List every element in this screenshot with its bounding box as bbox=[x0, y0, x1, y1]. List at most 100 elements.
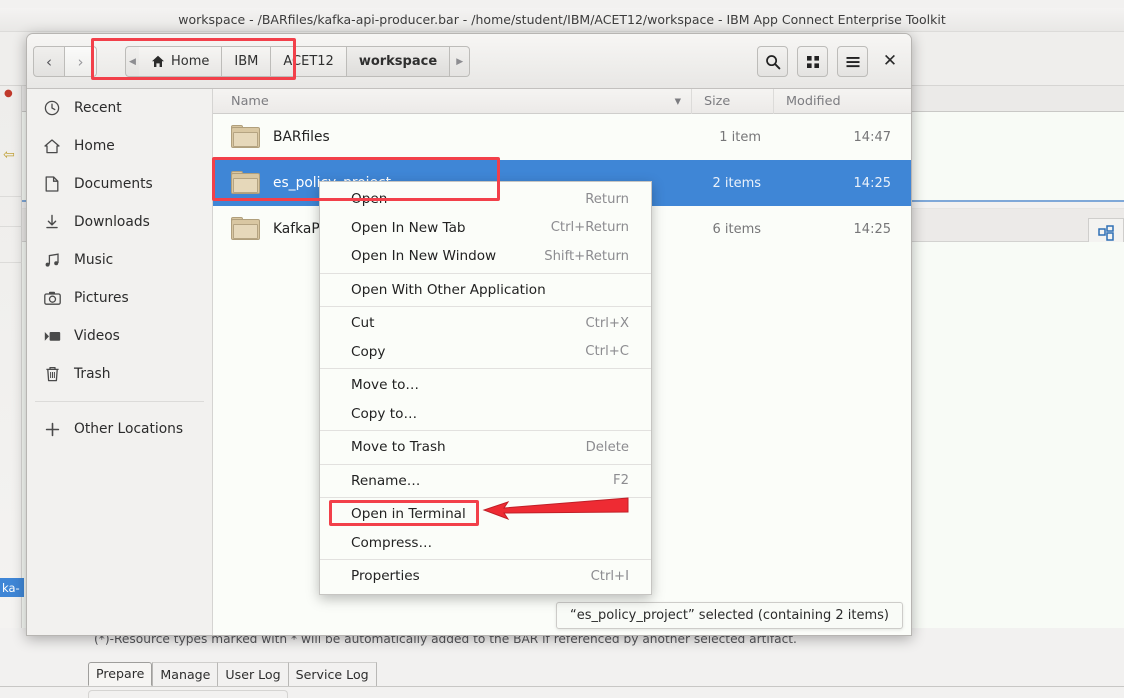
menu-item-move-to-trash[interactable]: Move to Trash Delete bbox=[320, 433, 651, 462]
breadcrumb-list: Home IBM ACET12 workspace bbox=[139, 46, 450, 77]
ide-title-bar: workspace - /BARfiles/kafka-api-producer… bbox=[0, 8, 1124, 32]
sidebar-item-trash[interactable]: Trash bbox=[27, 355, 212, 393]
sidebar-item-downloads[interactable]: Downloads bbox=[27, 203, 212, 241]
file-row-size: 2 items bbox=[691, 176, 783, 191]
menu-item-cut[interactable]: Cut Ctrl+X bbox=[320, 309, 651, 338]
sidebar-item-pictures[interactable]: Pictures bbox=[27, 279, 212, 317]
menu-item-open-in-new-window-label: Open In New Window bbox=[351, 248, 496, 264]
column-header-name[interactable]: Name ▾ bbox=[213, 94, 691, 109]
menu-item-open-with-other-application[interactable]: Open With Other Application bbox=[320, 276, 651, 305]
column-header-size[interactable]: Size bbox=[691, 89, 773, 114]
menu-separator bbox=[320, 273, 651, 274]
file-row-size: 1 item bbox=[691, 130, 783, 145]
sidebar-item-music-label: Music bbox=[74, 252, 113, 268]
menu-item-move-to-trash-accel: Delete bbox=[586, 440, 629, 455]
sidebar-item-documents[interactable]: Documents bbox=[27, 165, 212, 203]
menu-item-copy-to[interactable]: Copy to… bbox=[320, 400, 651, 429]
close-window-button[interactable]: ✕ bbox=[877, 49, 903, 75]
menu-item-copy[interactable]: Copy Ctrl+C bbox=[320, 338, 651, 367]
table-row[interactable]: BARfiles 1 item 14:47 bbox=[213, 114, 912, 160]
view-mode-button[interactable] bbox=[797, 46, 828, 77]
forward-button[interactable]: › bbox=[65, 46, 97, 77]
navigation-buttons: ‹ › bbox=[33, 46, 97, 77]
tab-service-log[interactable]: Service Log bbox=[288, 662, 377, 686]
tab-manage[interactable]: Manage bbox=[152, 662, 217, 686]
error-marker-icon: ● bbox=[4, 90, 12, 98]
folder-icon bbox=[231, 217, 261, 241]
menu-item-open[interactable]: Open Return bbox=[320, 185, 651, 214]
menu-item-cut-accel: Ctrl+X bbox=[585, 316, 629, 331]
download-icon bbox=[43, 214, 61, 230]
breadcrumb-item-home-label: Home bbox=[171, 54, 209, 69]
menu-item-open-label: Open bbox=[351, 191, 387, 207]
breadcrumb-item-ibm[interactable]: IBM bbox=[222, 46, 271, 77]
file-row-modified: 14:25 bbox=[783, 176, 912, 191]
ide-bottom-divider bbox=[0, 686, 1124, 687]
ide-selected-artifact-tag: ka- bbox=[0, 578, 24, 597]
file-row-modified: 14:25 bbox=[783, 222, 912, 237]
file-manager-header-bar: ‹ › ◀ Home IBM bbox=[27, 34, 912, 89]
sidebar-item-recent[interactable]: Recent bbox=[27, 89, 212, 127]
sidebar-item-music[interactable]: Music bbox=[27, 241, 212, 279]
ide-bottom-panel-edge bbox=[88, 690, 288, 698]
breadcrumb-item-acet12[interactable]: ACET12 bbox=[271, 46, 346, 77]
menu-item-rename[interactable]: Rename… F2 bbox=[320, 467, 651, 496]
menu-item-open-in-new-window-accel: Shift+Return bbox=[544, 249, 629, 264]
folder-icon bbox=[231, 125, 261, 149]
file-row-modified: 14:47 bbox=[783, 130, 912, 145]
flow-arrow-icon: ⇦ bbox=[3, 148, 19, 162]
sidebar-item-trash-label: Trash bbox=[74, 366, 110, 382]
main-menu-button[interactable] bbox=[837, 46, 868, 77]
tab-prepare[interactable]: Prepare bbox=[88, 662, 152, 686]
ide-left-gutter bbox=[0, 86, 22, 628]
menu-item-compress[interactable]: Compress… bbox=[320, 529, 651, 558]
column-header-size-label: Size bbox=[704, 94, 730, 109]
back-icon: ‹ bbox=[46, 53, 52, 71]
menu-separator bbox=[320, 559, 651, 560]
forward-icon: › bbox=[78, 53, 84, 71]
sidebar-divider bbox=[35, 401, 204, 402]
file-row-name-label: BARfiles bbox=[273, 129, 330, 145]
breadcrumb-item-acet12-label: ACET12 bbox=[283, 54, 333, 69]
column-header-modified[interactable]: Modified bbox=[773, 89, 912, 114]
menu-item-open-in-new-tab[interactable]: Open In New Tab Ctrl+Return bbox=[320, 214, 651, 243]
sidebar-item-home-label: Home bbox=[74, 138, 115, 154]
menu-item-open-with-other-application-label: Open With Other Application bbox=[351, 282, 546, 298]
gutter-divider bbox=[0, 226, 22, 227]
menu-item-rename-label: Rename… bbox=[351, 473, 420, 489]
home-icon bbox=[151, 55, 165, 68]
search-button[interactable] bbox=[757, 46, 788, 77]
breadcrumb-scroll-left-button[interactable]: ◀ bbox=[125, 46, 139, 77]
breadcrumb: ◀ Home IBM ACET12 bbox=[125, 46, 470, 77]
gutter-divider bbox=[0, 196, 22, 197]
menu-item-open-in-new-tab-accel: Ctrl+Return bbox=[551, 220, 629, 235]
tab-user-log[interactable]: User Log bbox=[217, 662, 287, 686]
home-icon bbox=[43, 139, 61, 154]
breadcrumb-item-home[interactable]: Home bbox=[139, 46, 222, 77]
menu-item-copy-label: Copy bbox=[351, 344, 385, 360]
breadcrumb-item-ibm-label: IBM bbox=[234, 54, 258, 69]
breadcrumb-scroll-right-button[interactable]: ▶ bbox=[450, 46, 470, 77]
menu-item-compress-label: Compress… bbox=[351, 535, 432, 551]
status-bar: “es_policy_project” selected (containing… bbox=[556, 602, 903, 629]
music-note-icon bbox=[43, 253, 61, 268]
sidebar-item-home[interactable]: Home bbox=[27, 127, 212, 165]
menu-item-move-to-trash-label: Move to Trash bbox=[351, 439, 446, 455]
sidebar-item-other-locations-label: Other Locations bbox=[74, 421, 183, 437]
menu-item-properties[interactable]: Properties Ctrl+I bbox=[320, 562, 651, 591]
grid-view-icon bbox=[806, 55, 820, 69]
menu-separator bbox=[320, 430, 651, 431]
menu-item-open-in-new-tab-label: Open In New Tab bbox=[351, 220, 466, 236]
menu-separator bbox=[320, 306, 651, 307]
breadcrumb-item-workspace[interactable]: workspace bbox=[347, 46, 450, 77]
back-button[interactable]: ‹ bbox=[33, 46, 65, 77]
sidebar-item-pictures-label: Pictures bbox=[74, 290, 129, 306]
sidebar-item-videos[interactable]: Videos bbox=[27, 317, 212, 355]
gutter-divider bbox=[0, 262, 22, 263]
menu-item-open-in-new-window[interactable]: Open In New Window Shift+Return bbox=[320, 242, 651, 271]
chevron-right-icon: ▶ bbox=[456, 57, 463, 67]
file-manager-toolbar: ✕ bbox=[757, 46, 903, 77]
sidebar-item-other-locations[interactable]: Other Locations bbox=[27, 410, 212, 448]
tab-user-log-label: User Log bbox=[225, 667, 280, 682]
menu-item-move-to[interactable]: Move to… bbox=[320, 371, 651, 400]
